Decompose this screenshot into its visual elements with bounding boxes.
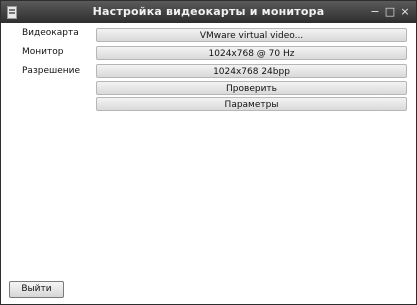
window-title: Настройка видеокарты и монитора xyxy=(92,5,325,18)
videocard-button[interactable]: VMware virtual video... xyxy=(96,28,407,42)
close-icon[interactable]: × xyxy=(398,4,412,19)
monitor-label: Монитор xyxy=(22,47,64,57)
minimize-icon[interactable]: − xyxy=(368,4,382,19)
resolution-button[interactable]: 1024x768 24bpp xyxy=(96,64,407,78)
dialog-window: Настройка видеокарты и монитора − □ × Ви… xyxy=(0,0,417,305)
maximize-icon[interactable]: □ xyxy=(383,4,397,19)
videocard-label: Видеокарта xyxy=(22,28,79,38)
title-bar[interactable]: Настройка видеокарты и монитора − □ × xyxy=(1,1,416,23)
dialog-content: Видеокарта VMware virtual video... Монит… xyxy=(1,23,416,304)
parameters-button[interactable]: Параметры xyxy=(96,97,407,111)
resolution-label: Разрешение xyxy=(22,66,81,76)
monitor-button[interactable]: 1024x768 @ 70 Hz xyxy=(96,46,407,60)
test-button[interactable]: Проверить xyxy=(96,81,407,95)
exit-button[interactable]: Выйти xyxy=(9,281,64,298)
